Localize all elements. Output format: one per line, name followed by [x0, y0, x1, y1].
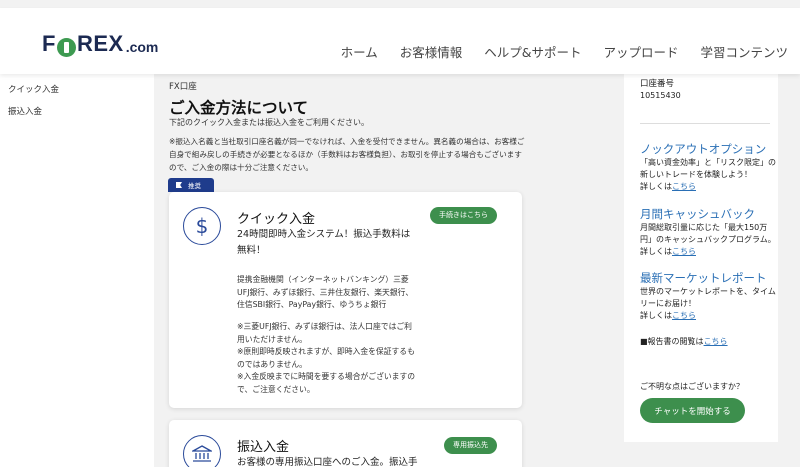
main-nav: ホーム お客様情報 ヘルプ&サポート アップロード 学習コンテンツ — [341, 42, 788, 61]
left-sidebar: クイック入金 振込入金 — [0, 74, 154, 467]
page-subtitle: 下記のクイック入金または振込入金をご利用ください。 — [169, 118, 369, 127]
dollar-icon: $ — [183, 207, 221, 245]
divider — [640, 123, 770, 124]
promo-title-knockout[interactable]: ノックアウトオプション — [640, 141, 766, 157]
nav-home[interactable]: ホーム — [341, 42, 378, 61]
promo-link-cashback[interactable]: こちら — [672, 247, 696, 256]
card-lead: お客様の専用振込口座へのご入金。振込手 — [237, 457, 418, 467]
nav-upload[interactable]: アップロード — [603, 42, 678, 61]
account-number: 10515430 — [640, 91, 681, 100]
report-note: ■報告書の閲覧はこちら — [640, 336, 728, 347]
promo-desc-text: 「高い資金効率」と「リスク限定」の新しいトレードを体験しよう！ — [640, 158, 776, 179]
report-link[interactable]: こちら — [704, 337, 728, 346]
note-corporate: ※三菱UFJ銀行、みずほ銀行は、法人口座ではご利用いただけません。 — [237, 322, 412, 344]
promo-desc-cashback: 月間総取引量に応じた「最大150万円」のキャッシュバックプログラム。 詳しくはこ… — [640, 222, 778, 258]
promo-desc-text: 月間総取引量に応じた「最大150万円」のキャッシュバックプログラム。 — [640, 223, 776, 244]
nav-customer-info[interactable]: お客様情報 — [400, 42, 463, 61]
main-content: FX口座 ご入金方法について 下記のクイック入金または振込入金をご利用ください。… — [154, 74, 624, 467]
card-lead: 24時間即時入金システム！振込手数料は無料！ — [237, 229, 411, 256]
report-note-text: ■報告書の閲覧は — [640, 337, 704, 346]
account-number-label: 口座番号 — [640, 79, 675, 89]
page-title: ご入金方法について — [169, 99, 309, 117]
bank-transfer-card: 振込入金 専用振込先 お客様の専用振込口座へのご入金。振込手 — [169, 420, 522, 467]
name-notice: ※振込入名義と当社取引口座名義が同一でなければ、入金を受付できません。異名義の場… — [169, 137, 525, 172]
sidebar-item-bank-transfer[interactable]: 振込入金 — [8, 105, 42, 117]
promo-detail-text: 詳しくは — [640, 247, 672, 256]
promo-desc-text: 世界のマーケットレポートを、タイムリーにお届け！ — [640, 287, 776, 308]
note-delay: ※入金反映までに時間を要する場合がございますので、ご注意ください。 — [237, 372, 416, 394]
forex-logo[interactable]: F REX .com — [42, 31, 159, 57]
quick-deposit-card: $ クイック入金 手続きはこちら 24時間即時入金システム！振込手数料は無料！ … — [169, 192, 522, 408]
promo-link-knockout[interactable]: こちら — [672, 182, 696, 191]
partner-banks: 提携金融機関（インターネットバンキング）三菱UFJ銀行、みずほ銀行、三井住友銀行… — [237, 275, 414, 309]
help-question: ご不明な点はございますか？ — [640, 382, 744, 391]
promo-title-market-report[interactable]: 最新マーケットレポート — [640, 270, 767, 286]
promo-detail-text: 詳しくは — [640, 182, 672, 191]
flag-icon — [176, 182, 182, 188]
logo-suffix: .com — [125, 39, 159, 55]
promo-title-cashback[interactable]: 月間キャッシュバック — [640, 206, 755, 222]
note-instant: ※原則即時反映されますが、即時入金を保証するものではありません。 — [237, 347, 415, 369]
nav-learning[interactable]: 学習コンテンツ — [700, 42, 788, 61]
promo-desc-knockout: 「高い資金効率」と「リスク限定」の新しいトレードを体験しよう！ 詳しくはこちら — [640, 157, 778, 193]
account-panel: 口座番号 10515430 ノックアウトオプション 「高い資金効率」と「リスク限… — [624, 74, 778, 442]
breadcrumb: FX口座 — [169, 82, 197, 92]
sidebar-item-quick-deposit[interactable]: クイック入金 — [8, 83, 59, 95]
promo-detail-text: 詳しくは — [640, 311, 672, 320]
card-title: クイック入金 — [237, 212, 316, 227]
transfer-account-button[interactable]: 専用振込先 — [444, 437, 497, 454]
bank-icon-svg — [192, 445, 212, 462]
recommended-badge: 推奨 — [168, 178, 214, 192]
start-chat-button[interactable]: チャットを開始する — [640, 398, 745, 423]
promo-link-market-report[interactable]: こちら — [672, 311, 696, 320]
site-header: F REX .com ホーム お客様情報 ヘルプ&サポート アップロード 学習コ… — [0, 8, 800, 74]
logo-text-right: REX — [76, 31, 124, 56]
logo-text-left: F — [42, 31, 56, 56]
card-title: 振込入金 — [237, 440, 290, 455]
bank-icon — [183, 435, 221, 467]
right-column: 口座番号 10515430 ノックアウトオプション 「高い資金効率」と「リスク限… — [624, 74, 800, 467]
logo-coin-icon — [56, 38, 76, 57]
quick-deposit-button[interactable]: 手続きはこちら — [430, 207, 497, 224]
badge-label: 推奨 — [188, 182, 201, 190]
nav-help-support[interactable]: ヘルプ&サポート — [484, 42, 581, 61]
promo-desc-market-report: 世界のマーケットレポートを、タイムリーにお届け！ 詳しくはこちら — [640, 286, 778, 322]
